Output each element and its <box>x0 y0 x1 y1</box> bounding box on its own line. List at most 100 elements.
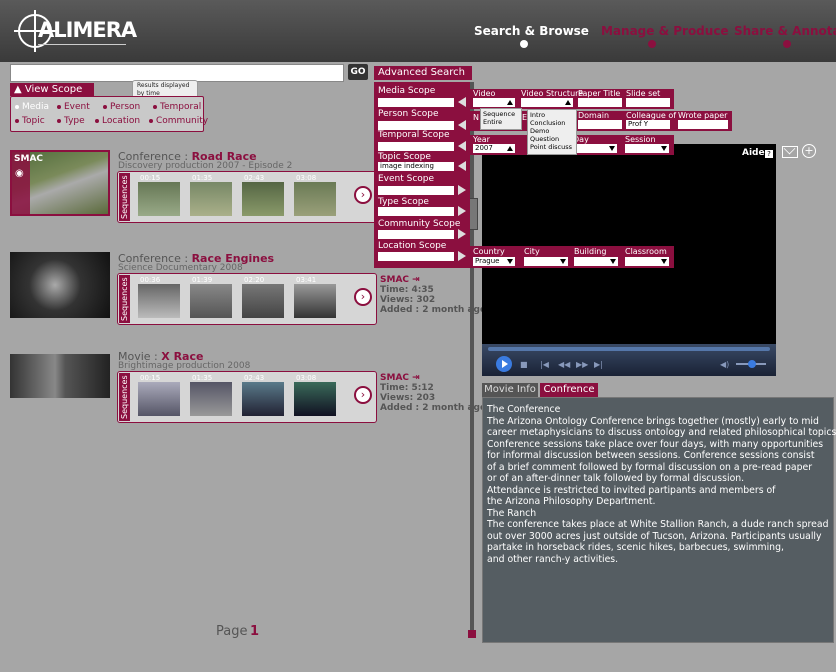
dropdown-option[interactable]: Sequence <box>483 110 519 118</box>
result-thumbnail[interactable] <box>10 252 110 318</box>
topic-scope-field[interactable]: image indexing <box>378 162 454 171</box>
timecode: 01:35 <box>192 374 213 382</box>
volume-knob[interactable] <box>748 360 756 368</box>
dropdown-option[interactable]: Point discuss <box>530 143 574 151</box>
sequence-frame[interactable] <box>242 284 284 318</box>
sequence-frame[interactable] <box>190 182 232 216</box>
play-icon[interactable] <box>496 356 512 372</box>
sequence-frame[interactable] <box>190 284 232 318</box>
dropdown-option[interactable]: Conclusion <box>530 119 574 127</box>
play-sequence-button[interactable]: › <box>354 288 372 306</box>
timecode: 00:15 <box>140 374 161 382</box>
type-scope-field[interactable] <box>378 207 454 216</box>
dropdown-option[interactable]: Intro <box>530 111 574 119</box>
sequence-frame[interactable] <box>190 382 232 416</box>
collapse-arrow-icon[interactable] <box>458 161 466 171</box>
country-select[interactable]: Prague <box>473 257 515 266</box>
sequence-frame[interactable] <box>138 284 180 318</box>
scope-option-person[interactable]: Person <box>103 102 140 112</box>
scope-option-topic[interactable]: Topic <box>15 116 45 126</box>
sequence-frame[interactable] <box>242 182 284 216</box>
session-select[interactable] <box>625 144 669 153</box>
paper-title-field[interactable] <box>578 98 622 107</box>
wrote-paper-field[interactable] <box>678 120 728 129</box>
sequence-frame[interactable] <box>294 284 336 318</box>
dropdown-option[interactable]: Entire <box>483 118 519 126</box>
help-icon[interactable]: ? <box>765 150 773 158</box>
rewind-icon[interactable]: ◀◀ <box>558 360 570 369</box>
result-subtitle: Discovery production 2007 - Episode 2 <box>118 161 293 171</box>
forward-icon[interactable]: ▶▶ <box>576 360 588 369</box>
go-button[interactable]: GO <box>348 64 368 80</box>
domain-field[interactable] <box>578 120 622 129</box>
scope-option-type[interactable]: Type <box>57 116 85 126</box>
tab-confrence[interactable]: Confrence <box>540 383 598 397</box>
alimera-logo[interactable]: ALIMERA <box>14 10 188 52</box>
sequence-frame[interactable] <box>242 382 284 416</box>
event-scope-field[interactable] <box>378 186 454 195</box>
expand-arrow-icon[interactable] <box>458 185 466 195</box>
nav-search-browse[interactable]: Search & Browse <box>474 24 589 38</box>
view-scope-toggle[interactable]: ▲ View Scope <box>10 83 94 96</box>
slide-set-field[interactable] <box>626 98 670 107</box>
community-scope-field[interactable] <box>378 230 454 239</box>
scope-option-media[interactable]: Media <box>15 102 49 112</box>
nav-manage-produce[interactable]: Manage & Produce <box>601 24 729 38</box>
sequence-frame[interactable] <box>138 382 180 416</box>
colleague-of-field[interactable]: Prof Y <box>626 120 670 129</box>
sequence-frame[interactable] <box>294 182 336 216</box>
result-thumbnail[interactable]: SMAC ◉ <box>10 150 110 216</box>
scope-option-event[interactable]: Event <box>57 102 90 112</box>
mail-icon[interactable] <box>782 146 798 158</box>
city-select[interactable] <box>524 257 568 266</box>
sequence-frame[interactable] <box>138 182 180 216</box>
video-select[interactable] <box>473 98 515 107</box>
expand-arrow-icon[interactable] <box>458 251 466 261</box>
nav-share-annotate[interactable]: Share & Annotate <box>734 24 836 38</box>
structure-dropdown[interactable]: Intro Conclusion Demo Question Point dis… <box>527 109 577 155</box>
add-icon[interactable]: + <box>802 144 816 158</box>
collapse-arrow-icon[interactable] <box>458 141 466 151</box>
volume-icon[interactable]: ◀) <box>720 360 729 369</box>
seek-bar[interactable] <box>488 347 770 351</box>
topic-scope-label: Topic Scope <box>378 152 431 162</box>
expand-arrow-icon[interactable] <box>458 206 466 216</box>
collapse-arrow-icon[interactable] <box>458 97 466 107</box>
sequence-frame[interactable] <box>294 382 336 416</box>
timecode: 03:41 <box>296 276 317 284</box>
timecode: 01:39 <box>192 276 213 284</box>
dropdown-option[interactable]: Demo <box>530 127 574 135</box>
person-scope-field[interactable] <box>378 121 454 130</box>
temporal-scope-label: Temporal Scope <box>378 130 450 140</box>
play-sequence-button[interactable]: › <box>354 386 372 404</box>
sequence-strip: Sequences 00:36 01:39 02:20 03:41 › <box>117 273 377 325</box>
temporal-scope-field[interactable] <box>378 142 454 151</box>
year-select[interactable]: 2007 <box>473 144 515 153</box>
dropdown-option[interactable]: Question <box>530 135 574 143</box>
timecode: 00:36 <box>140 276 161 284</box>
scope-option-location[interactable]: Location <box>95 116 140 126</box>
location-scope-field[interactable] <box>378 252 454 261</box>
collapse-arrow-icon[interactable] <box>458 120 466 130</box>
day-select[interactable] <box>573 144 617 153</box>
play-sequence-button[interactable]: › <box>354 186 372 204</box>
export-icon: ⇥ <box>412 373 420 383</box>
prev-icon[interactable]: |◀ <box>540 360 549 369</box>
scope-option-temporal[interactable]: Temporal <box>153 102 201 112</box>
classroom-select[interactable] <box>625 257 669 266</box>
result-thumbnail[interactable] <box>10 354 110 398</box>
building-select[interactable] <box>574 257 618 266</box>
next-icon[interactable]: ▶| <box>594 360 603 369</box>
scope-option-community[interactable]: Community <box>149 116 208 126</box>
media-scope-field[interactable] <box>378 98 454 107</box>
sequences-label: Sequences <box>119 373 130 421</box>
page-link-1[interactable]: 1 <box>250 624 259 639</box>
video-structure-select[interactable] <box>521 98 573 107</box>
tab-movie-info[interactable]: Movie Info <box>482 383 538 397</box>
expand-arrow-icon[interactable] <box>458 229 466 239</box>
granularity-dropdown[interactable]: Sequence Entire <box>480 108 522 130</box>
person-scope-label: Person Scope <box>378 109 439 119</box>
help-link[interactable]: Aide <box>742 148 765 158</box>
advanced-search-toggle[interactable]: Advanced Search ▲ <box>374 66 472 92</box>
stop-icon[interactable]: ■ <box>520 360 528 369</box>
